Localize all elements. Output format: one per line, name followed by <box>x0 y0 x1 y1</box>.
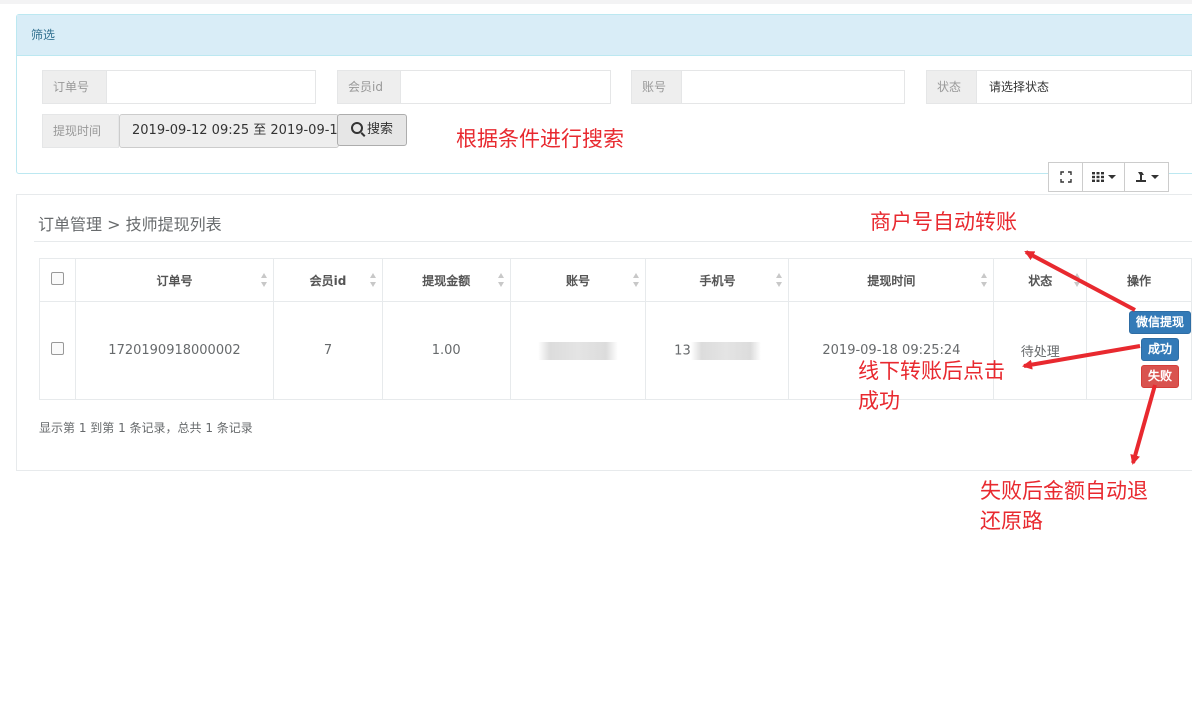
annotation-arrows <box>1022 250 1157 465</box>
annotation-search: 根据条件进行搜索 <box>456 127 624 151</box>
annotation-merchant: 商户号自动转账 <box>870 210 1017 234</box>
arrow-offline <box>1022 344 1141 370</box>
annotation-offline-line1: 线下转账后点击 <box>858 359 1005 383</box>
arrow-merchant <box>1024 250 1136 312</box>
annotation-fail-line1: 失败后金额自动退 <box>980 479 1148 503</box>
annotation-offline-line2: 成功 <box>858 389 900 413</box>
annotation-fail-line2: 还原路 <box>980 509 1043 533</box>
arrow-fail <box>1130 384 1157 465</box>
